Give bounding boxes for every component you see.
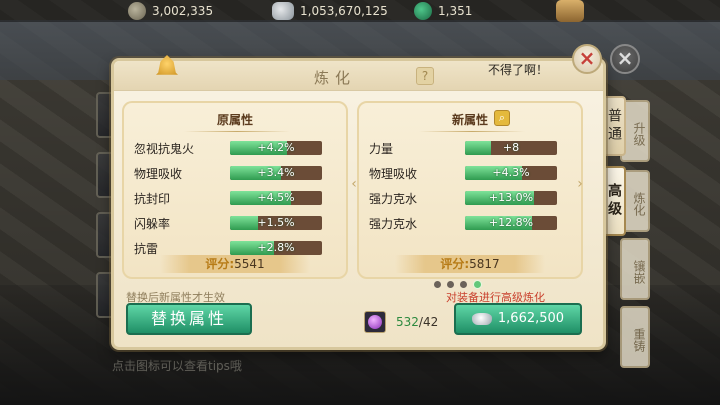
attribute-value: +4.3% <box>492 166 530 179</box>
attribute-row: 忽视抗鬼火 +4.2% <box>134 139 324 157</box>
page-dot[interactable] <box>447 281 454 288</box>
orb-count: 532/42 <box>396 315 439 329</box>
attribute-bar: +4.5% <box>230 191 322 205</box>
attribute-value: +2.8% <box>257 241 295 254</box>
attribute-bar: +1.5% <box>230 216 322 230</box>
currency-silver: 1,053,670,125 <box>272 1 388 21</box>
attribute-value: +3.4% <box>257 166 295 179</box>
help-button[interactable]: ? <box>416 67 434 85</box>
page-dot[interactable] <box>434 281 441 288</box>
attribute-row: 物理吸收 +4.3% <box>369 164 559 182</box>
title-divider <box>184 131 290 132</box>
close-button-background[interactable]: × <box>610 44 640 74</box>
silver-icon <box>272 2 294 20</box>
attribute-name: 物理吸收 <box>134 167 183 181</box>
bag-icon[interactable] <box>556 0 584 22</box>
bg-tab-reforge[interactable]: 重铸 <box>620 306 650 368</box>
refine-orb-item[interactable] <box>364 311 386 333</box>
coin-icon <box>128 2 146 20</box>
attribute-value: +4.5% <box>257 191 295 204</box>
magnify-icon[interactable]: ⌕ <box>494 110 510 126</box>
score-value: 5541 <box>234 257 265 271</box>
arrow-right-icon[interactable]: › <box>574 173 586 195</box>
attribute-bar: +8 <box>465 141 557 155</box>
page-dots <box>434 280 482 289</box>
attribute-bar: +3.4% <box>230 166 322 180</box>
close-button[interactable]: × <box>572 44 602 74</box>
currency-bar: 3,002,335 1,053,670,125 1,351 <box>0 0 720 22</box>
attribute-row: 力量 +8 <box>369 139 559 157</box>
currency-coin: 3,002,335 <box>128 1 213 21</box>
refine-cost: 1,662,500 <box>497 311 565 326</box>
attribute-row: 强力克水 +13.0% <box>369 189 559 207</box>
attribute-name: 力量 <box>369 142 394 156</box>
attribute-bar: +4.2% <box>230 141 322 155</box>
attribute-value: +4.2% <box>257 141 295 154</box>
score-ribbon: 评分:5541 <box>160 255 310 273</box>
arrow-left-icon[interactable]: ‹ <box>348 173 360 195</box>
title-divider <box>419 131 525 132</box>
attribute-name: 强力克水 <box>369 192 418 206</box>
attribute-name: 强力克水 <box>369 217 418 231</box>
new-attributes-panel: 新属性 ⌕ 力量 +8 物理吸收 +4.3% 强力克水 +13.0% 强力克水 +12.8% … <box>357 101 583 279</box>
score-value: 5817 <box>469 257 500 271</box>
attribute-value: +1.5% <box>257 216 295 229</box>
silver-icon <box>471 312 492 325</box>
attribute-bar: +12.8% <box>465 216 557 230</box>
refine-dialog: 炼化 ? 不得了啊！ 原属性 忽视抗鬼火 +4.2% 物理吸收 +3.4% 抗封印 +4.… <box>111 55 606 350</box>
attribute-value: +12.8% <box>488 216 534 229</box>
jade-icon <box>414 2 432 20</box>
attribute-name: 闪躲率 <box>134 217 171 231</box>
currency-value: 3,002,335 <box>152 4 214 18</box>
attribute-row: 闪躲率 +1.5% <box>134 214 324 232</box>
original-attributes-panel: 原属性 忽视抗鬼火 +4.2% 物理吸收 +3.4% 抗封印 +4.5% 闪躲率 +1.5% 抗… <box>122 101 348 279</box>
score-ribbon: 评分:5817 <box>395 255 545 273</box>
bg-tab-inlay[interactable]: 镶嵌 <box>620 238 650 300</box>
attribute-bar: +4.3% <box>465 166 557 180</box>
page-dot-active[interactable] <box>473 280 482 289</box>
attribute-row: 强力克水 +12.8% <box>369 214 559 232</box>
panel-title: 原属性 <box>216 113 253 127</box>
page-dot[interactable] <box>460 281 467 288</box>
attribute-bar: +13.0% <box>465 191 557 205</box>
attribute-bar: +2.8% <box>230 241 322 255</box>
attribute-name: 抗雷 <box>134 242 159 256</box>
dialog-title: 炼化 <box>314 69 357 87</box>
tooltip-text: 不得了啊！ <box>488 63 549 77</box>
attribute-name: 物理吸收 <box>369 167 418 181</box>
attribute-name: 忽视抗鬼火 <box>134 142 195 156</box>
currency-value: 1,053,670,125 <box>300 4 388 18</box>
panel-title: 新属性 <box>451 113 488 127</box>
attribute-row: 物理吸收 +3.4% <box>134 164 324 182</box>
currency-value: 1,351 <box>438 4 473 18</box>
attribute-value: +8 <box>502 141 520 154</box>
orb-icon <box>368 315 382 329</box>
replace-attributes-button[interactable]: 替换属性 <box>126 303 252 335</box>
currency-jade: 1,351 <box>414 1 472 21</box>
attribute-value: +13.0% <box>488 191 534 204</box>
attribute-row: 抗封印 +4.5% <box>134 189 324 207</box>
attribute-name: 抗封印 <box>134 192 171 206</box>
bottom-hint: 点击图标可以查看tips哦 <box>112 359 242 373</box>
advanced-refine-button[interactable]: 1,662,500 <box>454 303 582 335</box>
